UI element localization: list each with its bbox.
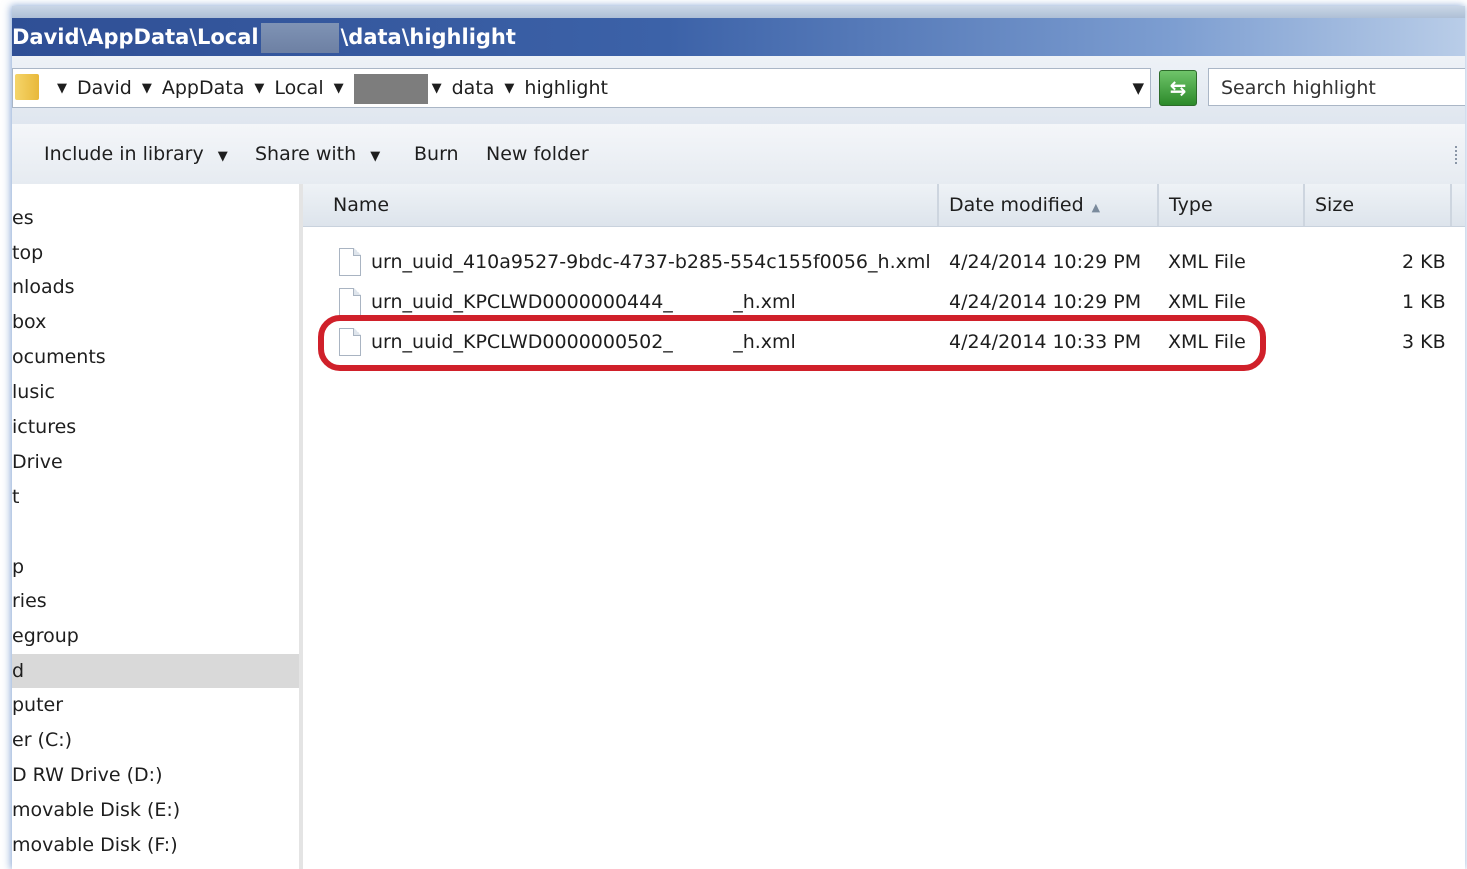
- xml-file-icon: [339, 328, 361, 356]
- nav-item[interactable]: top: [12, 236, 299, 270]
- column-header-date[interactable]: Date modified ▲: [939, 184, 1159, 226]
- column-header-name[interactable]: Name: [323, 184, 939, 226]
- explorer-window: David\AppData\Local \data\highlight ▼ Davi…: [12, 6, 1465, 869]
- file-row[interactable]: urn_uuid_KPCLWD0000000502_ _h.xml 4/24/2…: [303, 322, 1465, 362]
- breadcrumb: ▼ David ▼ AppData ▼ Local ▼ ▼ data ▼ highlight: [57, 69, 618, 107]
- column-type-label: Type: [1169, 194, 1213, 216]
- file-type: XML File: [1168, 331, 1246, 353]
- chevron-down-icon[interactable]: ▼: [504, 70, 514, 108]
- breadcrumb-appdata[interactable]: AppData: [162, 69, 245, 107]
- breadcrumb-highlight[interactable]: highlight: [524, 69, 608, 107]
- file-date: 4/24/2014 10:33 PM: [949, 331, 1142, 353]
- title-bar: David\AppData\Local \data\highlight: [12, 18, 1465, 56]
- search-input[interactable]: Search highlight: [1208, 68, 1465, 106]
- folder-icon: [15, 74, 39, 100]
- chevron-down-icon[interactable]: ▼: [57, 70, 67, 108]
- file-size: 1 KB: [1402, 291, 1446, 313]
- file-name: urn_uuid_KPCLWD0000000444_ _h.xml: [371, 291, 796, 313]
- file-type: XML File: [1168, 251, 1246, 273]
- nav-item[interactable]: nloads: [12, 270, 299, 304]
- breadcrumb-redacted: [353, 73, 428, 104]
- window-top-strip: [12, 6, 1465, 18]
- navigation-pane: es top nloads box ocuments lusic ictures…: [12, 184, 303, 869]
- include-in-library-button[interactable]: Include in library ▼: [44, 124, 228, 187]
- address-history-dropdown-icon[interactable]: ▼: [1132, 69, 1144, 107]
- refresh-icon: ⇆: [1169, 76, 1187, 100]
- address-bar[interactable]: ▼ David ▼ AppData ▼ Local ▼ ▼ data ▼ highlight ▼: [12, 68, 1151, 108]
- nav-item[interactable]: [12, 515, 299, 549]
- column-name-label: Name: [333, 194, 390, 216]
- chevron-down-icon[interactable]: ▼: [142, 70, 152, 108]
- new-folder-button[interactable]: New folder: [486, 124, 589, 184]
- file-name: urn_uuid_410a9527-9bdc-4737-b285-554c155…: [371, 251, 931, 273]
- nav-item[interactable]: ocuments: [12, 340, 299, 374]
- nav-item[interactable]: D RW Drive (D:): [12, 758, 299, 792]
- nav-item[interactable]: es: [12, 201, 299, 235]
- xml-file-icon: [339, 248, 361, 276]
- nav-item[interactable]: egroup: [12, 619, 299, 653]
- nav-item[interactable]: ictures: [12, 410, 299, 444]
- chevron-down-icon[interactable]: ▼: [334, 70, 344, 108]
- nav-item[interactable]: Drive: [12, 445, 299, 479]
- chevron-down-icon: ▼: [217, 149, 228, 164]
- nav-item[interactable]: movable Disk (F:): [12, 828, 299, 862]
- breadcrumb-local[interactable]: Local: [274, 69, 323, 107]
- include-in-library-label: Include in library: [44, 143, 204, 165]
- nav-item[interactable]: t: [12, 480, 299, 514]
- chevron-down-icon[interactable]: ▼: [254, 70, 264, 108]
- file-date: 4/24/2014 10:29 PM: [949, 251, 1142, 273]
- title-suffix: \data\highlight: [340, 25, 516, 49]
- sort-ascending-icon: ▲: [1091, 201, 1101, 214]
- file-size: 2 KB: [1402, 251, 1446, 273]
- address-row: ▼ David ▼ AppData ▼ Local ▼ ▼ data ▼ highlight ▼ ⇆…: [12, 56, 1465, 125]
- chevron-down-icon[interactable]: ▼: [432, 70, 442, 108]
- nav-item-selected[interactable]: d: [12, 654, 299, 688]
- file-size: 3 KB: [1402, 331, 1446, 353]
- column-date-label: Date modified: [949, 194, 1084, 216]
- file-row[interactable]: urn_uuid_KPCLWD0000000444_ _h.xml 4/24/2…: [303, 282, 1465, 322]
- burn-button[interactable]: Burn: [414, 124, 459, 184]
- share-with-label: Share with: [255, 143, 357, 165]
- title-prefix: David\AppData\Local: [12, 25, 259, 49]
- file-type: XML File: [1168, 291, 1246, 313]
- nav-item[interactable]: ries: [12, 584, 299, 618]
- column-size-label: Size: [1315, 194, 1355, 216]
- column-headers: Name Date modified ▲ Type Size: [303, 184, 1465, 227]
- share-with-button[interactable]: Share with ▼: [255, 124, 380, 187]
- file-list: Name Date modified ▲ Type Size urn_uuid_4…: [303, 184, 1465, 869]
- nav-item[interactable]: box: [12, 305, 299, 339]
- nav-item[interactable]: lusic: [12, 375, 299, 409]
- xml-file-icon: [339, 288, 361, 316]
- redacted-segment: [260, 23, 339, 53]
- command-bar: Include in library ▼ Share with ▼ Burn New…: [12, 124, 1465, 185]
- column-header-size[interactable]: Size: [1305, 184, 1452, 226]
- refresh-button[interactable]: ⇆: [1159, 70, 1197, 106]
- chevron-down-icon: ▼: [370, 149, 381, 164]
- column-header-type[interactable]: Type: [1159, 184, 1305, 226]
- nav-item[interactable]: er (C:): [12, 723, 299, 757]
- toolbar-grip[interactable]: [1455, 146, 1463, 164]
- file-date: 4/24/2014 10:29 PM: [949, 291, 1142, 313]
- nav-item[interactable]: puter: [12, 688, 299, 722]
- file-row[interactable]: urn_uuid_410a9527-9bdc-4737-b285-554c155…: [303, 242, 1465, 282]
- file-name: urn_uuid_KPCLWD0000000502_ _h.xml: [371, 331, 796, 353]
- nav-item[interactable]: p: [12, 550, 299, 584]
- breadcrumb-data[interactable]: data: [452, 69, 495, 107]
- nav-item[interactable]: movable Disk (E:): [12, 793, 299, 827]
- breadcrumb-david[interactable]: David: [77, 69, 132, 107]
